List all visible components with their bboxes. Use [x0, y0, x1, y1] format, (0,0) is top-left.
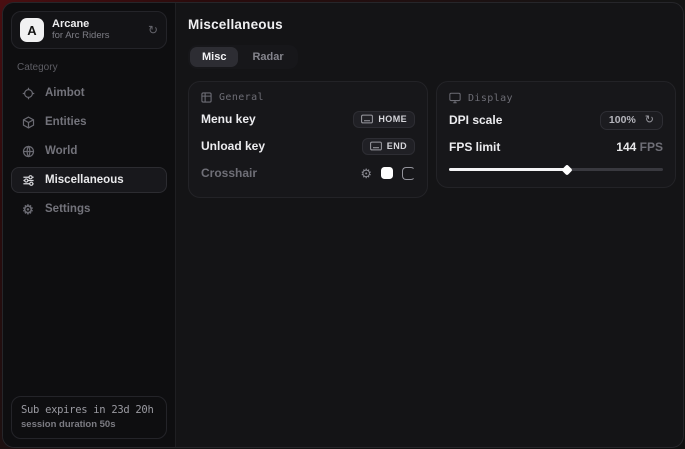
unload-key-label: Unload key [201, 139, 265, 153]
session-duration-text: session duration 50s [21, 419, 157, 430]
tab-bar: Misc Radar [188, 45, 298, 69]
fps-limit-slider[interactable] [449, 163, 663, 175]
display-card: Display DPI scale 100% ↻ FPS limit 144 F… [436, 81, 676, 188]
sidebar-item-label: Miscellaneous [45, 174, 124, 186]
crosshair-color-swatch[interactable] [381, 167, 393, 179]
cube-icon [21, 116, 35, 129]
fps-slider-thumb[interactable] [561, 164, 572, 175]
menu-key-label: Menu key [201, 112, 256, 126]
crosshair-row: Crosshair ⚙ [201, 161, 415, 185]
crosshair-label: Crosshair [201, 166, 257, 180]
avatar: A [20, 18, 44, 42]
unload-key-button[interactable]: END [362, 138, 415, 155]
app-subtitle: for Arc Riders [52, 31, 110, 42]
sidebar-item-label: World [45, 145, 77, 157]
menu-key-button[interactable]: HOME [353, 111, 415, 128]
tab-misc[interactable]: Misc [190, 47, 238, 67]
sidebar: A Arcane for Arc Riders ↻ Category Aimbo… [3, 3, 176, 447]
gear-icon: ⚙ [21, 203, 35, 216]
general-card: General Menu key HOME Unload key [188, 81, 428, 198]
sidebar-nav: Aimbot Entities World [11, 80, 167, 222]
main-panel: Miscellaneous Misc Radar General Menu ke… [176, 3, 684, 447]
fps-slider-fill [449, 168, 567, 171]
sliders-icon [21, 174, 35, 187]
general-card-title: General [219, 92, 264, 103]
dpi-scale-label: DPI scale [449, 113, 502, 127]
sidebar-item-entities[interactable]: Entities [11, 109, 167, 135]
keyboard-icon [370, 141, 382, 151]
keyboard-icon [361, 114, 373, 124]
display-card-title: Display [468, 93, 513, 104]
crosshair-icon [21, 87, 35, 100]
sidebar-item-aimbot[interactable]: Aimbot [11, 80, 167, 106]
app-title: Arcane [52, 18, 110, 31]
dpi-scale-row: DPI scale 100% ↻ [449, 108, 663, 132]
dpi-refresh-icon[interactable]: ↻ [645, 115, 654, 126]
sidebar-item-miscellaneous[interactable]: Miscellaneous [11, 167, 167, 193]
tab-radar[interactable]: Radar [240, 47, 295, 67]
refresh-icon[interactable]: ↻ [148, 24, 158, 36]
sidebar-item-label: Entities [45, 116, 87, 128]
grid-icon [201, 92, 212, 103]
sidebar-item-label: Settings [45, 203, 90, 215]
sidebar-item-label: Aimbot [45, 87, 85, 99]
subscription-card: Sub expires in 23d 20h session duration … [11, 396, 167, 439]
unload-key-row: Unload key END [201, 134, 415, 158]
fps-limit-label: FPS limit [449, 140, 500, 154]
dpi-scale-value: 100% [609, 114, 636, 126]
sub-expiry-text: Sub expires in 23d 20h [21, 404, 157, 416]
crosshair-preview-bracket-icon[interactable] [402, 167, 415, 180]
page-title: Miscellaneous [188, 17, 676, 32]
monitor-icon [449, 92, 461, 104]
sidebar-item-settings[interactable]: ⚙ Settings [11, 196, 167, 222]
profile-card: A Arcane for Arc Riders ↻ [11, 11, 167, 49]
fps-limit-row: FPS limit 144 FPS [449, 135, 663, 159]
sidebar-item-world[interactable]: World [11, 138, 167, 164]
app-window: A Arcane for Arc Riders ↻ Category Aimbo… [2, 2, 684, 448]
dpi-scale-control[interactable]: 100% ↻ [600, 111, 663, 130]
fps-limit-value: 144 FPS [616, 140, 663, 154]
menu-key-row: Menu key HOME [201, 107, 415, 131]
crosshair-settings-gear-icon[interactable]: ⚙ [360, 167, 372, 180]
globe-icon [21, 145, 35, 158]
category-label: Category [17, 62, 161, 73]
